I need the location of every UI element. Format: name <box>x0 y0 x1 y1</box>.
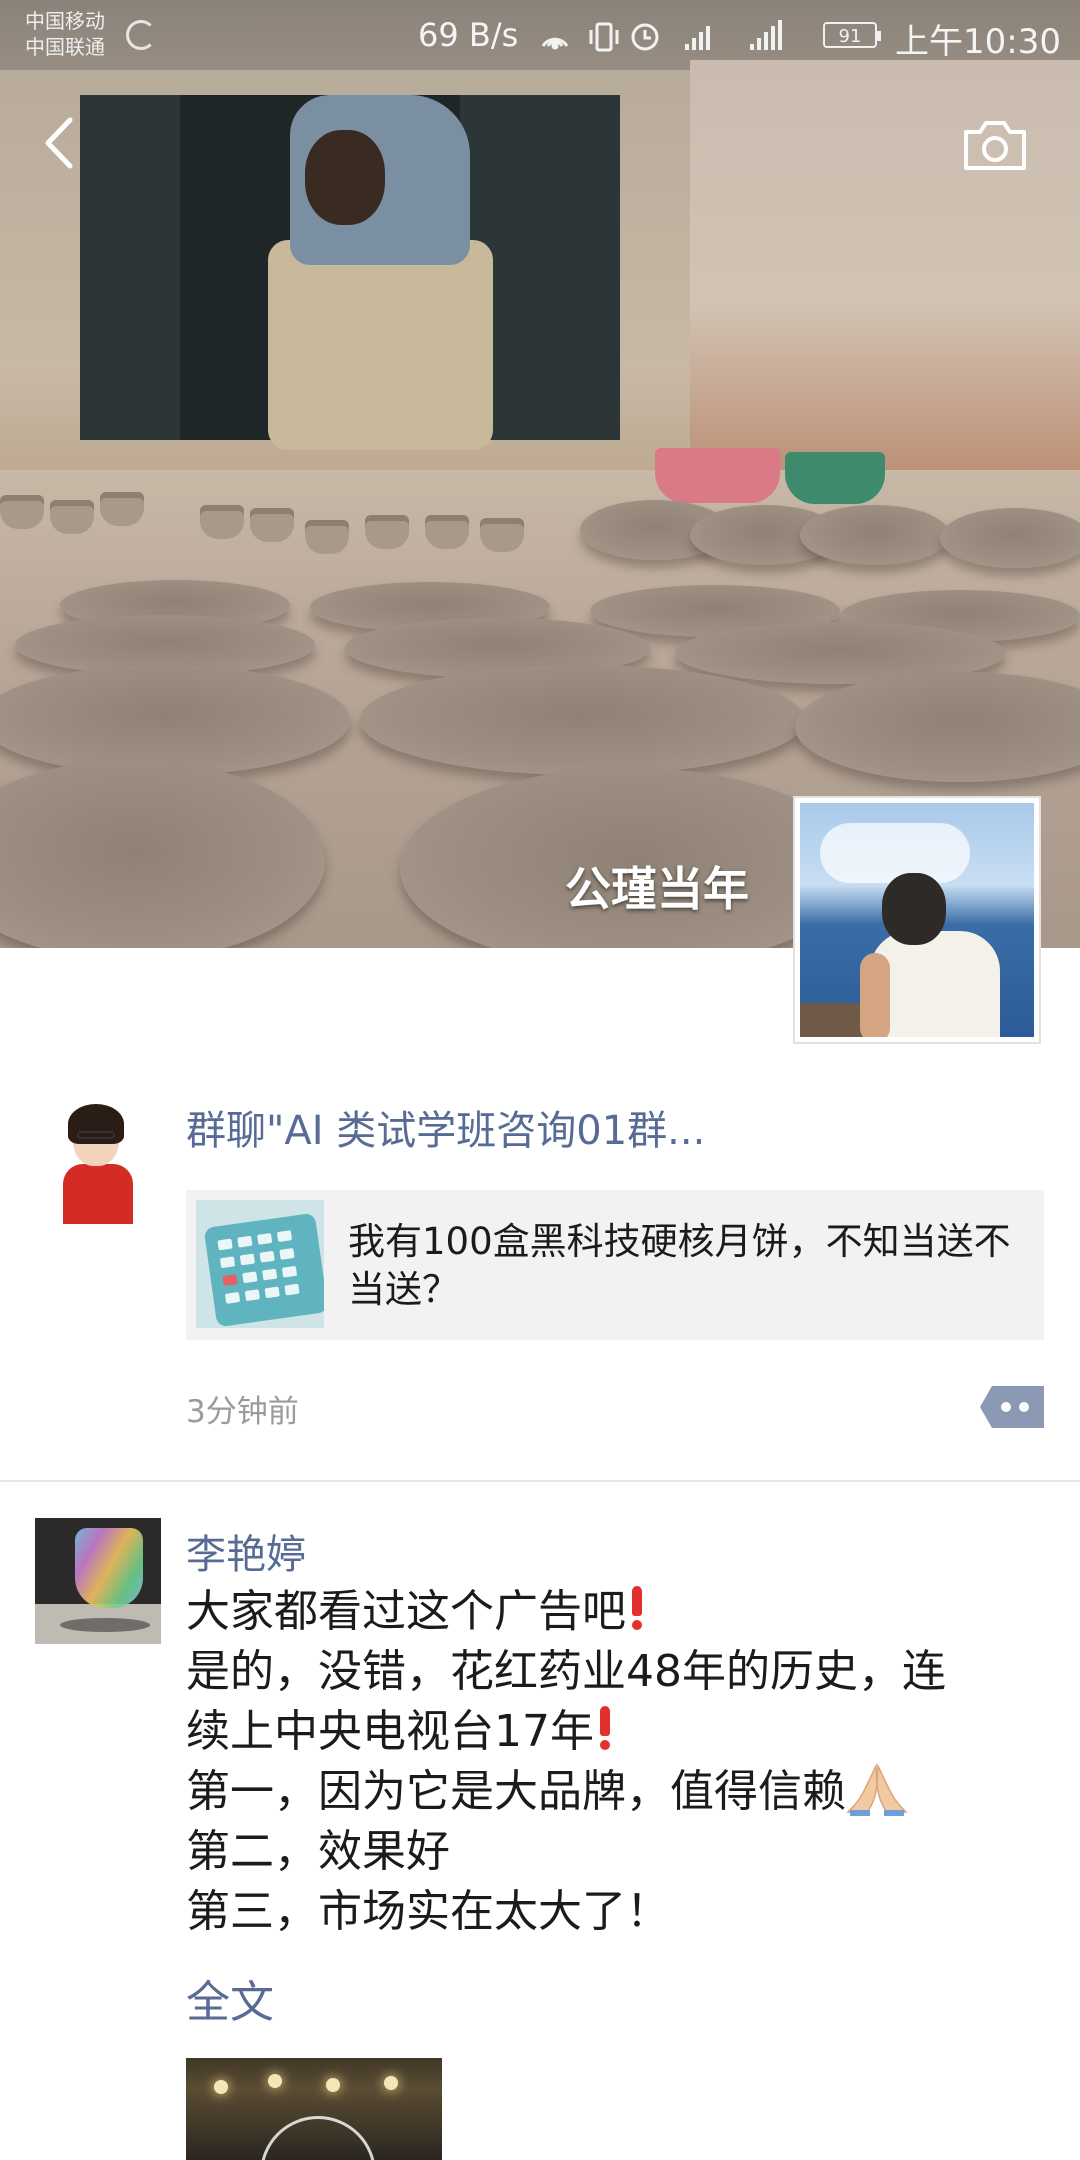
cover-basin <box>940 508 1080 568</box>
stage-light <box>326 2078 340 2092</box>
cover-basin <box>360 665 805 775</box>
shared-link-title: 我有100盒黑科技硬核月饼，不知当送不当送？ <box>348 1220 1011 1311</box>
post-line: 第三，市场实在太大了！ <box>186 1886 670 1937</box>
post-line: 第一，因为它是大品牌，值得信赖 <box>186 1766 846 1817</box>
cover-cup <box>305 520 349 554</box>
moment-post: 李艳婷 大家都看过这个广告吧 是的，没错，花红药业48年的历史，连 续上中央电视… <box>0 1482 1080 2160</box>
signal-4g-icon <box>750 20 782 50</box>
post-timestamp: 3分钟前 <box>186 1394 299 1430</box>
cover-door-panel-left <box>80 95 180 440</box>
status-bar: 中国移动 中国联通 69 B/s 91 上午10:30 <box>0 0 1080 72</box>
cover-person-legs <box>268 240 493 450</box>
comment-menu-icon[interactable] <box>980 1386 1044 1428</box>
back-chevron-icon[interactable] <box>30 108 86 178</box>
status-clock: 上午10:30 <box>895 22 1061 62</box>
cover-cup <box>365 515 409 549</box>
hotspot-icon <box>541 37 569 50</box>
avatar-head <box>882 873 946 945</box>
avatar-glass-shadow <box>60 1618 150 1632</box>
status-icons <box>541 20 782 52</box>
profile-username: 公瑾当年 <box>565 862 749 916</box>
shared-link-card[interactable]: 我有100盒黑科技硬核月饼，不知当送不当送？ <box>186 1190 1044 1340</box>
camera-icon[interactable] <box>960 116 1030 174</box>
post-text: 大家都看过这个广告吧 是的，没错，花红药业48年的历史，连 续上中央电视台17年… <box>186 1582 1046 1942</box>
stage-light <box>214 2080 228 2094</box>
cover-basin <box>800 505 950 565</box>
avatar-glass <box>75 1528 143 1608</box>
post-line: 大家都看过这个广告吧 <box>186 1586 626 1637</box>
vibrate-icon <box>589 22 619 52</box>
cover-cup <box>0 495 44 529</box>
loading-spinner-icon <box>126 20 156 50</box>
network-speed: 69 B/s <box>418 16 519 54</box>
post-line: 续上中央电视台17年 <box>186 1706 594 1757</box>
author-name[interactable]: 群聊"AI 类试学班咨询01群... <box>186 1098 786 1156</box>
alarm-icon <box>631 23 659 51</box>
play-ring-icon <box>260 2116 376 2160</box>
cover-cup <box>250 508 294 542</box>
folded-hands-emoji-icon <box>846 1763 908 1816</box>
cover-pink-tub <box>655 448 780 503</box>
full-text-link[interactable]: 全文 <box>186 1966 274 2030</box>
post-line: 是的，没错，花红药业48年的历史，连 <box>186 1646 946 1697</box>
battery-indicator: 91 <box>823 22 881 48</box>
avatar-body <box>63 1164 133 1224</box>
avatar-glasses <box>77 1131 115 1139</box>
post-image[interactable] <box>186 2058 442 2160</box>
stage-light <box>384 2076 398 2090</box>
cover-cup <box>50 500 94 534</box>
carrier-names: 中国移动 中国联通 <box>25 8 105 60</box>
cover-green-tub <box>785 452 885 504</box>
stage-light <box>268 2074 282 2088</box>
avatar-cloud <box>820 823 970 883</box>
cover-cup <box>480 518 524 552</box>
cover-person-head <box>305 130 385 225</box>
carrier-2: 中国联通 <box>25 35 105 59</box>
author-avatar[interactable] <box>35 1518 161 1644</box>
exclamation-emoji-icon <box>598 1706 612 1752</box>
author-name[interactable]: 李艳婷 <box>186 1522 306 1580</box>
shared-link-thumbnail <box>196 1200 324 1328</box>
author-avatar[interactable] <box>35 1098 161 1224</box>
post-line: 第二，效果好 <box>186 1826 450 1877</box>
cover-cup <box>425 515 469 549</box>
exclamation-emoji-icon <box>630 1586 644 1632</box>
cover-cup <box>200 505 244 539</box>
calculator-image <box>203 1212 324 1328</box>
carrier-1: 中国移动 <box>25 9 105 33</box>
signal-2g-icon <box>685 26 710 50</box>
cover-cup <box>100 492 144 526</box>
moment-post: 群聊"AI 类试学班咨询01群... 我有100盒黑科技硬核月饼，不知当送不当送… <box>0 948 1080 1480</box>
